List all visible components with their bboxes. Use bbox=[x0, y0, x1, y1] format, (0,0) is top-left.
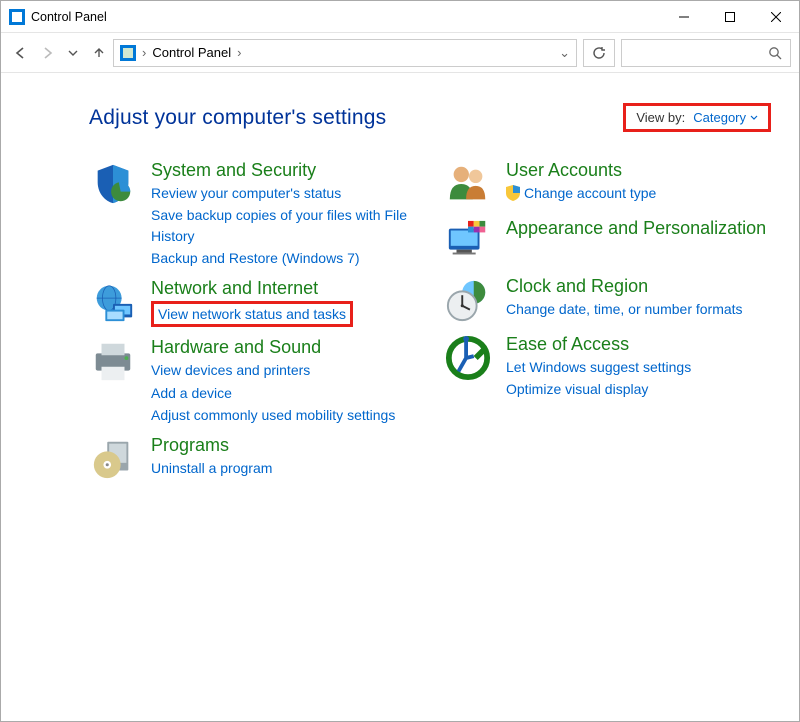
globe-network-icon[interactable] bbox=[89, 278, 137, 326]
link-backup-restore[interactable]: Backup and Restore (Windows 7) bbox=[151, 248, 416, 268]
category-title[interactable]: Appearance and Personalization bbox=[506, 218, 766, 239]
back-button[interactable] bbox=[9, 41, 33, 65]
settings-header: Adjust your computer's settings View by:… bbox=[89, 103, 771, 132]
link-devices-printers[interactable]: View devices and printers bbox=[151, 360, 395, 380]
forward-button[interactable] bbox=[35, 41, 59, 65]
maximize-button[interactable] bbox=[707, 1, 753, 33]
category-title[interactable]: System and Security bbox=[151, 160, 416, 181]
recent-locations-button[interactable] bbox=[61, 41, 85, 65]
address-location: Control Panel bbox=[152, 45, 231, 60]
link-add-device[interactable]: Add a device bbox=[151, 383, 395, 403]
monitor-colors-icon[interactable] bbox=[444, 218, 492, 266]
chevron-right-icon: › bbox=[237, 45, 241, 60]
category-title[interactable]: Clock and Region bbox=[506, 276, 743, 297]
link-mobility-settings[interactable]: Adjust commonly used mobility settings bbox=[151, 405, 395, 425]
content-area: Adjust your computer's settings View by:… bbox=[1, 73, 799, 721]
view-by-label: View by: bbox=[636, 110, 685, 125]
link-windows-suggest[interactable]: Let Windows suggest settings bbox=[506, 357, 691, 377]
view-by-control[interactable]: View by: Category bbox=[623, 103, 771, 132]
category-user-accounts: User Accounts Change account type bbox=[444, 160, 771, 208]
category-programs: Programs Uninstall a program bbox=[89, 435, 416, 483]
category-title[interactable]: Programs bbox=[151, 435, 272, 456]
window-title: Control Panel bbox=[31, 10, 107, 24]
close-button[interactable] bbox=[753, 1, 799, 33]
left-column: System and Security Review your computer… bbox=[89, 160, 416, 493]
category-system-security: System and Security Review your computer… bbox=[89, 160, 416, 268]
refresh-button[interactable] bbox=[583, 39, 615, 67]
link-network-status[interactable]: View network status and tasks bbox=[151, 301, 353, 327]
view-by-value[interactable]: Category bbox=[693, 110, 758, 125]
category-appearance-personalization: Appearance and Personalization bbox=[444, 218, 771, 266]
category-network-internet: Network and Internet View network status… bbox=[89, 278, 416, 327]
minimize-button[interactable] bbox=[661, 1, 707, 33]
uac-shield-icon bbox=[506, 185, 520, 201]
right-column: User Accounts Change account type bbox=[444, 160, 771, 493]
chevron-down-icon[interactable]: ⌄ bbox=[559, 45, 570, 61]
category-ease-of-access: Ease of Access Let Windows suggest setti… bbox=[444, 334, 771, 400]
ease-of-access-icon[interactable] bbox=[444, 334, 492, 382]
disc-box-icon[interactable] bbox=[89, 435, 137, 483]
link-optimize-visual[interactable]: Optimize visual display bbox=[506, 379, 691, 399]
chevron-down-icon bbox=[750, 114, 758, 122]
search-input[interactable] bbox=[621, 39, 791, 67]
link-change-date-time-formats[interactable]: Change date, time, or number formats bbox=[506, 299, 743, 319]
navigation-bar: › Control Panel › ⌄ bbox=[1, 33, 799, 73]
chevron-right-icon: › bbox=[142, 45, 146, 60]
control-panel-window: Control Panel › Control Panel › bbox=[0, 0, 800, 722]
category-clock-region: Clock and Region Change date, time, or n… bbox=[444, 276, 771, 324]
address-icon bbox=[120, 45, 136, 61]
address-bar[interactable]: › Control Panel › ⌄ bbox=[113, 39, 577, 67]
up-button[interactable] bbox=[87, 41, 111, 65]
category-title[interactable]: Hardware and Sound bbox=[151, 337, 395, 358]
link-review-status[interactable]: Review your computer's status bbox=[151, 183, 416, 203]
category-title[interactable]: User Accounts bbox=[506, 160, 656, 181]
shield-icon[interactable] bbox=[89, 160, 137, 208]
titlebar: Control Panel bbox=[1, 1, 799, 33]
page-title: Adjust your computer's settings bbox=[89, 106, 386, 130]
clock-globe-icon[interactable] bbox=[444, 276, 492, 324]
category-title[interactable]: Network and Internet bbox=[151, 278, 353, 299]
link-file-history[interactable]: Save backup copies of your files with Fi… bbox=[151, 205, 416, 246]
printer-icon[interactable] bbox=[89, 337, 137, 385]
link-uninstall-program[interactable]: Uninstall a program bbox=[151, 458, 272, 478]
control-panel-icon bbox=[9, 9, 25, 25]
people-icon[interactable] bbox=[444, 160, 492, 208]
categories-grid: System and Security Review your computer… bbox=[89, 160, 771, 493]
link-change-account-type[interactable]: Change account type bbox=[506, 183, 656, 203]
category-hardware-sound: Hardware and Sound View devices and prin… bbox=[89, 337, 416, 425]
category-title[interactable]: Ease of Access bbox=[506, 334, 691, 355]
search-icon bbox=[768, 46, 782, 60]
